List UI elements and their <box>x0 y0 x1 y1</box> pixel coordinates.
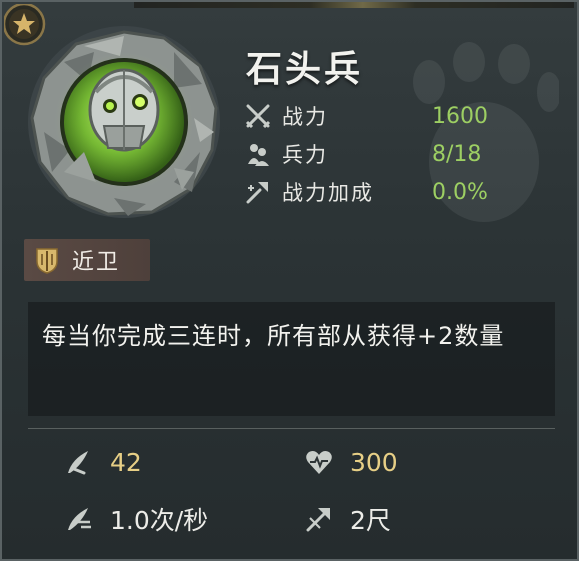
stat-label: 战力加成 <box>282 181 374 205</box>
stat-label: 兵力 <box>282 143 328 167</box>
unit-tooltip-card: 石头兵 战力 1600 兵力 8/18 战力加成 0.0% 近卫 每当你完成三连… <box>0 0 579 561</box>
description-text: 每当你完成三连时，所有部从获得+2数量 <box>42 322 505 350</box>
stone-golem-portrait <box>28 26 220 218</box>
stat-row-troops: 兵力 8/18 <box>244 137 481 171</box>
stat-row-power-bonus: 战力加成 0.0% <box>244 175 488 209</box>
unit-name: 石头兵 <box>246 48 364 90</box>
heart-icon <box>306 451 332 474</box>
attack-speed-value: 1.0次/秒 <box>110 506 209 535</box>
stat-value: 0.0% <box>432 179 488 205</box>
stat-label: 战力 <box>282 105 328 129</box>
top-edge-highlight <box>134 2 574 8</box>
stat-value: 8/18 <box>432 141 482 167</box>
health-value: 300 <box>350 447 398 477</box>
crossed-swords-icon <box>245 104 271 129</box>
attr-range: 2尺 <box>304 499 391 539</box>
class-tag: 近卫 <box>24 239 150 281</box>
attr-attack-speed: 1.0次/秒 <box>64 499 208 539</box>
divider <box>28 428 555 429</box>
description-box: 每当你完成三连时，所有部从获得+2数量 <box>28 302 555 416</box>
stat-row-power: 战力 1600 <box>244 99 488 133</box>
troops-icon <box>248 144 269 166</box>
class-tag-label: 近卫 <box>72 250 121 275</box>
attr-attack: 42 <box>64 442 142 482</box>
stat-value: 1600 <box>432 103 488 129</box>
attack-value: 42 <box>110 447 142 477</box>
range-icon <box>306 508 330 532</box>
attack-icon <box>68 451 88 475</box>
guard-shield-icon <box>36 248 58 274</box>
attack-speed-icon <box>68 508 91 530</box>
attr-health: 300 <box>304 442 398 482</box>
power-up-icon <box>246 182 268 204</box>
range-value: 2尺 <box>350 506 391 535</box>
